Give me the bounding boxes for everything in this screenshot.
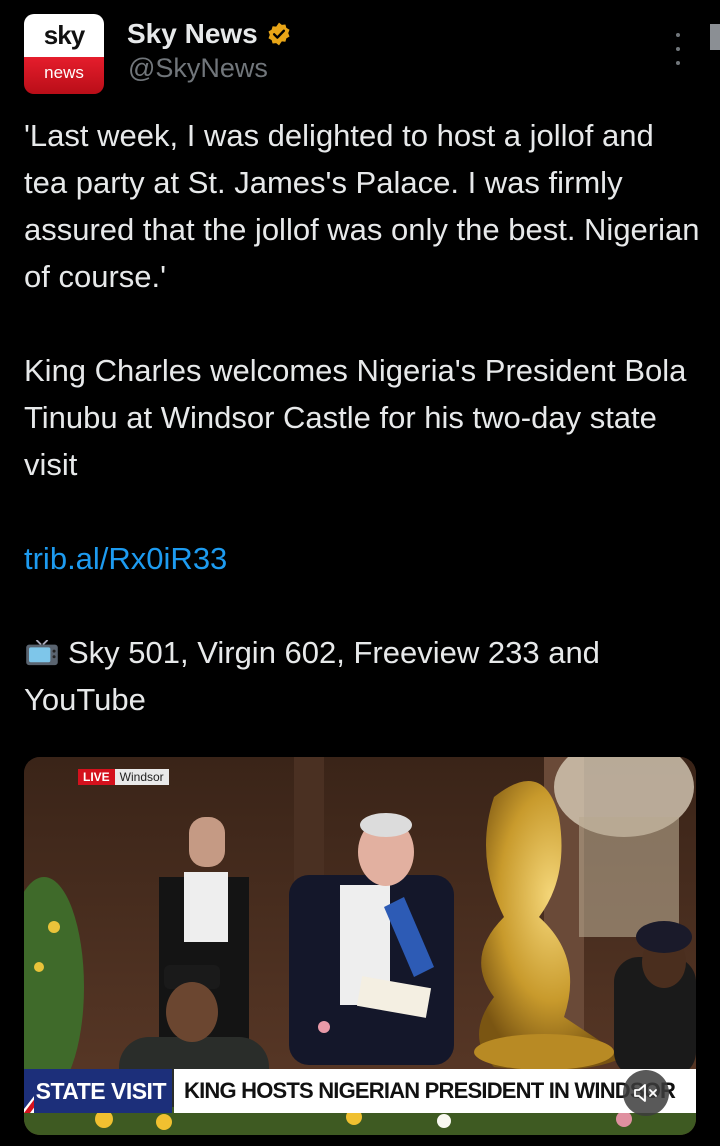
author-name-row[interactable]: Sky News xyxy=(127,16,292,52)
channels-line: Sky 501, Virgin 602, Freeview 233 and Yo… xyxy=(24,629,704,723)
post-body: 'Last week, I was delighted to host a jo… xyxy=(24,112,704,723)
television-emoji-icon xyxy=(26,640,58,666)
scroll-edge-indicator xyxy=(710,24,720,50)
live-indicator: LIVE Windsor xyxy=(78,769,169,785)
live-label: LIVE xyxy=(78,769,115,785)
video-player[interactable]: LIVE Windsor STATE VISIT KING HOSTS NIGE… xyxy=(24,757,696,1135)
post-description-paragraph: King Charles welcomes Nigeria's Presiden… xyxy=(24,353,687,482)
more-options-icon[interactable] xyxy=(668,33,688,65)
channels-text: Sky 501, Virgin 602, Freeview 233 and Yo… xyxy=(24,635,600,717)
location-label: Windsor xyxy=(114,769,169,785)
author-handle[interactable]: @SkyNews xyxy=(128,53,268,84)
post-link[interactable]: trib.al/Rx0iR33 xyxy=(24,541,227,576)
avatar-logo-top: sky xyxy=(24,14,104,57)
verified-badge-icon xyxy=(268,22,290,46)
avatar-logo-bottom: news xyxy=(24,57,104,94)
muted-speaker-icon[interactable] xyxy=(623,1070,669,1116)
author-name[interactable]: Sky News xyxy=(127,18,258,50)
sky-news-avatar[interactable]: sky news xyxy=(24,14,104,94)
ticker-headline: KING HOSTS NIGERIAN PRESIDENT IN WINDSOR xyxy=(174,1069,696,1113)
post-quote-paragraph: 'Last week, I was delighted to host a jo… xyxy=(24,118,700,294)
ticker-label: STATE VISIT xyxy=(34,1069,172,1113)
news-ticker: STATE VISIT KING HOSTS NIGERIAN PRESIDEN… xyxy=(24,1069,696,1113)
